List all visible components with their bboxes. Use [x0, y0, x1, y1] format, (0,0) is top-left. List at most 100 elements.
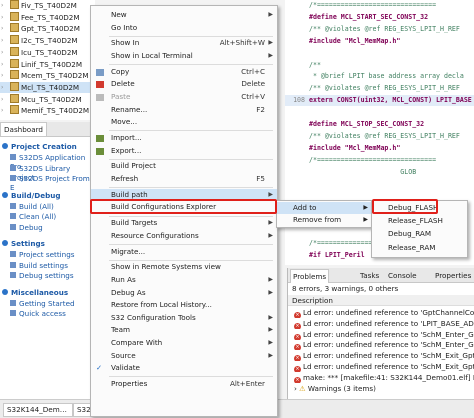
menu-item-restore-from-local-history[interactable]: Restore from Local History... — [91, 299, 277, 312]
problems-column-header[interactable]: Description — [288, 295, 474, 306]
code-line[interactable]: /** — [285, 60, 474, 71]
warnings-row[interactable]: › ⚠ Warnings (3 items) — [294, 384, 474, 394]
code-line[interactable]: /** @violates @ref REG_ESYS_LPIT_H_REF — [285, 83, 474, 94]
chevron-right-icon[interactable]: › — [1, 105, 3, 116]
menu-item-new[interactable]: New ▶ — [91, 9, 277, 22]
code-line[interactable]: /** @violates @ref REG_ESYS_LPIT_H_REF — [285, 131, 474, 142]
chevron-right-icon[interactable]: › — [1, 82, 3, 93]
menu-item-refresh[interactable]: Refresh F5 — [91, 173, 277, 186]
delete-icon — [96, 81, 104, 89]
menu-item-label: Delete — [111, 79, 135, 89]
debug-flash-annotation — [372, 199, 438, 214]
tab-properties[interactable]: Properties — [433, 269, 473, 282]
dashboard-link[interactable]: S32DS Project From E — [10, 174, 95, 192]
menu-item-show-in[interactable]: Show In Alt+Shift+W ▶ — [91, 37, 277, 50]
dashboard-link[interactable]: Quick access — [10, 309, 66, 318]
menu-item-label: Import... — [111, 133, 142, 142]
menu-item-run-as[interactable]: Run As ▶ — [91, 274, 277, 287]
menu-item-show-in-local-terminal[interactable]: Show in Local Terminal ▶ — [91, 50, 277, 63]
tab-dashboard[interactable]: Dashboard — [0, 122, 47, 136]
dashboard-link[interactable]: Clean (All) — [10, 212, 56, 221]
tab-tasks[interactable]: Tasks — [358, 269, 381, 282]
menu-item-show-in-remote-systems-view[interactable]: Show in Remote Systems view — [91, 261, 277, 274]
code-line[interactable]: #include "Mcl_MemMap.h" — [285, 143, 474, 154]
menu-item-properties[interactable]: Properties Alt+Enter — [91, 378, 277, 391]
menu-item-debug-as[interactable]: Debug As ▶ — [91, 287, 277, 300]
config-label: Release_RAM — [388, 242, 436, 252]
problem-row[interactable]: × Ld error: undefined reference to 'SchM_… — [294, 340, 474, 351]
code-line[interactable]: /*============================== — [285, 155, 474, 166]
menu-item-build-targets[interactable]: Build Targets ▶ — [91, 217, 277, 230]
menu-item-copy[interactable]: Copy Ctrl+C — [91, 66, 277, 79]
tab-console[interactable]: Console — [386, 269, 419, 282]
bottom-tab[interactable]: S32K144_Demo01 — [3, 403, 73, 417]
problem-row[interactable]: × Ld error: undefined reference to 'GptCh… — [294, 308, 474, 318]
chevron-right-icon[interactable]: › — [1, 23, 3, 34]
dashboard-link[interactable]: Build (All) — [10, 202, 54, 211]
config-release-ram[interactable]: Release_RAM — [372, 242, 467, 255]
code-text: GLOB — [309, 167, 417, 176]
menu-item-export[interactable]: Export... — [91, 145, 277, 158]
problem-row[interactable]: × make: *** [makefile:41: S32K144_Demo01.… — [294, 373, 474, 383]
menu-item-validate[interactable]: ✓ Validate — [91, 362, 277, 375]
config-release-flash[interactable]: Release_FLASH — [372, 215, 467, 228]
submenu-arrow-icon: ▶ — [268, 219, 273, 227]
menu-item-label: Build Targets — [111, 218, 158, 228]
section-bullet-icon — [2, 191, 8, 198]
chevron-right-icon[interactable]: › — [1, 35, 3, 46]
problem-row[interactable]: × Ld error: undefined reference to 'SchM_… — [294, 362, 474, 372]
menu-item-resource-configurations[interactable]: Resource Configurations ▶ — [91, 230, 277, 243]
code-line[interactable] — [285, 107, 474, 118]
chevron-right-icon[interactable]: › — [1, 94, 3, 105]
code-line[interactable] — [285, 179, 474, 190]
dashboard-link[interactable]: Debug — [10, 223, 43, 232]
menu-item-team[interactable]: Team ▶ — [91, 324, 277, 337]
code-line[interactable] — [285, 48, 474, 59]
submenu-arrow-icon: ▶ — [268, 288, 273, 296]
menu-item-build-project[interactable]: Build Project — [91, 160, 277, 173]
menu-item-label: Resource Configurations — [111, 230, 199, 240]
problem-row[interactable]: × Ld error: undefined reference to 'LPIT_… — [294, 319, 474, 329]
menu-item-label: Compare With — [111, 338, 163, 347]
menu-item-label: Paste — [111, 92, 131, 101]
problem-row[interactable]: × Ld error: undefined reference to 'SchM_… — [294, 330, 474, 340]
menu-item-label: Export... — [111, 145, 142, 155]
chevron-right-icon[interactable]: › — [1, 0, 3, 11]
code-line[interactable]: /*============================== — [285, 0, 474, 11]
problem-row[interactable]: × Ld error: undefined reference to 'SchM_… — [294, 351, 474, 362]
menu-item-import[interactable]: Import... — [91, 132, 277, 145]
tab-problems[interactable]: Problems — [290, 269, 330, 283]
menu-item-rename[interactable]: Rename... F2 — [91, 104, 277, 117]
menu-item-source[interactable]: Source ▶ — [91, 350, 277, 363]
code-line[interactable]: /** @violates @ref REG_ESYS_LPIT_H_REF — [285, 24, 474, 35]
chevron-right-icon[interactable]: › — [1, 70, 3, 81]
code-line[interactable]: #define MCL_START_SEC_CONST_32 — [285, 12, 474, 23]
config-debug-ram[interactable]: Debug_RAM — [372, 228, 467, 241]
menu-item-compare-with[interactable]: Compare With ▶ — [91, 337, 277, 350]
tree-item-label: Memif_TS_T40D2M — [21, 106, 90, 116]
code-line[interactable]: GLOB — [285, 167, 474, 178]
menu-item-s32-configuration-tools[interactable]: S32 Configuration Tools ▶ — [91, 312, 277, 325]
code-line[interactable]: * @brief LPIT base address array decla — [285, 71, 474, 82]
menu-item-go-into[interactable]: Go Into — [91, 22, 277, 35]
chevron-right-icon[interactable]: › — [1, 12, 3, 23]
dashboard-link[interactable]: Build settings — [10, 261, 68, 270]
chevron-right-icon[interactable]: › — [1, 59, 3, 70]
dashboard-link[interactable]: Getting Started — [10, 299, 75, 308]
submenu-item-add-to[interactable]: Add to ▶ — [277, 201, 372, 215]
menu-item-delete[interactable]: Delete Delete — [91, 78, 277, 91]
error-icon: × — [294, 366, 301, 372]
section-title-text: Build/Debug — [11, 190, 61, 200]
code-line[interactable]: 108 extern CONST(uint32, MCL_CONST) LPIT_… — [285, 95, 474, 107]
menu-item-move[interactable]: Move... — [91, 116, 277, 129]
code-line[interactable]: #include "Mcl_MemMap.h" — [285, 36, 474, 47]
chevron-right-icon[interactable]: › — [1, 47, 3, 58]
menu-item-label: Show in Local Terminal — [111, 51, 193, 60]
section-title-text: Project Creation — [11, 142, 77, 151]
menu-item-migrate[interactable]: Migrate... — [91, 246, 277, 259]
code-text: extern CONST(uint32, MCL_CONST) LPIT_BAS… — [309, 96, 472, 105]
code-line[interactable]: #define MCL_STOP_SEC_CONST_32 — [285, 119, 474, 130]
submenu-item-remove-from[interactable]: Remove from ▶ — [277, 214, 372, 227]
dashboard-link[interactable]: Project settings — [10, 250, 75, 259]
dashboard-link[interactable]: Debug settings — [10, 271, 74, 280]
